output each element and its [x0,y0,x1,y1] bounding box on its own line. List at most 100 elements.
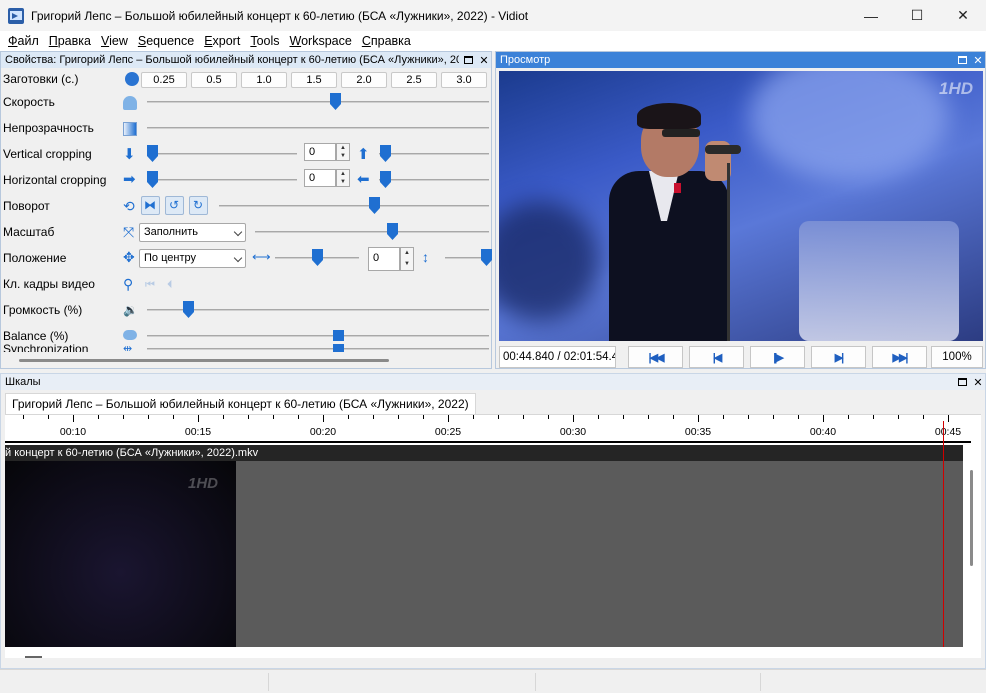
preset-button[interactable]: 0.5 [191,72,237,88]
preset-button[interactable]: 0.25 [141,72,187,88]
scale-row: Масштаб ⤧ Заполнить [1,220,490,246]
rotation-label: Поворот [3,199,50,213]
hcrop2-slider-track[interactable] [379,179,489,181]
flip-button[interactable]: ⧓ [141,196,160,215]
volume-slider-thumb[interactable] [183,301,194,318]
position-spin-buttons[interactable]: ▲ ▼ [400,247,414,271]
menu-item-4[interactable]: Export [199,34,245,48]
playhead-cursor[interactable] [943,421,944,647]
properties-hscroll-thumb[interactable] [19,359,389,362]
opacity-slider-track[interactable] [147,127,489,129]
menu-item-2[interactable]: View [96,34,133,48]
sync-slider-track[interactable] [147,348,489,350]
preview-maximize-icon[interactable] [955,53,969,67]
sync-slider-thumb[interactable] [333,344,344,352]
ruler-label: 00:25 [434,426,462,438]
time-ruler[interactable]: 00:10 00:15 00:20 00:25 00:30 00:35 00:40 00:45 [5,415,971,443]
rotate-right-button[interactable]: ↻ [189,196,208,215]
video-track[interactable]: 1HD [5,461,963,647]
maximize-button[interactable]: ☐ [894,0,940,31]
vcrop-spin-buttons[interactable]: ▲ ▼ [336,143,350,161]
timeline-hscroll-thumb[interactable] [25,656,42,658]
ruler-major-tick [73,415,74,422]
ruler-major-tick [573,415,574,422]
minimize-button[interactable]: — [848,0,894,31]
volume-slider-track[interactable] [147,309,489,311]
status-separator-1 [268,673,269,691]
balance-icon [123,330,137,340]
preset-button[interactable]: 3.0 [441,72,487,88]
balance-slider-thumb[interactable] [333,330,344,341]
scale-mode-select[interactable]: Заполнить [139,223,246,242]
play-button[interactable]: ||▶ [750,346,805,368]
menu-item-5[interactable]: Tools [245,34,284,48]
preset-button[interactable]: 1.0 [241,72,287,88]
menu-rest: ools [256,34,280,48]
speed-slider-thumb[interactable] [330,93,341,110]
rotate-left-button[interactable]: ↺ [165,196,184,215]
arrow-left-icon: ⬅ [357,171,370,188]
scale-slider-thumb[interactable] [387,223,398,240]
ruler-label: 00:15 [184,426,212,438]
timelines-close-icon[interactable]: ✕ [971,375,985,389]
menu-item-7[interactable]: Справка [357,34,416,48]
position-mode-select[interactable]: По центру [139,249,246,268]
preset-button[interactable]: 1.5 [291,72,337,88]
vertical-cropping-label: Vertical cropping [3,147,92,161]
sync-icon: ⇹ [123,343,133,353]
hcrop-slider-thumb[interactable] [147,171,158,188]
rotation-slider-track[interactable] [219,205,489,207]
prev-keyframe-icon[interactable]: ⏴ [167,278,181,292]
preset-button[interactable]: 2.5 [391,72,437,88]
menu-item-6[interactable]: Workspace [285,34,357,48]
rotation-slider-thumb[interactable] [369,197,380,214]
hcrop-value-input[interactable]: 0 [304,169,336,187]
position-value-input[interactable]: 0 [368,247,400,271]
arrow-right-icon: ➡ [123,171,136,188]
ruler-major-tick [198,415,199,422]
vcrop-slider-thumb[interactable] [147,145,158,162]
balance-slider-track[interactable] [147,335,489,337]
ruler-minor-tick [248,415,249,419]
menu-rest: equence [146,34,195,48]
video-preview[interactable]: 1HD [499,71,983,341]
first-keyframe-icon[interactable]: ⏮ [145,278,159,292]
next-frame-button[interactable]: ▶| [811,346,866,368]
ruler-minor-tick [798,415,799,419]
menu-rest: правка [370,34,411,48]
vcrop2-slider-thumb[interactable] [380,145,391,162]
timeline-canvas[interactable]: 00:10 00:15 00:20 00:25 00:30 00:35 00:40 00:45… [5,414,981,658]
menu-item-0[interactable]: Файл [3,34,44,48]
vcrop2-slider-track[interactable] [379,153,489,155]
timeline-vscroll-thumb[interactable] [970,470,973,566]
clip-title-bar[interactable]: й концерт к 60-летию (БСА «Лужники», 202… [5,445,963,461]
clip-thumbnail[interactable]: 1HD [5,461,236,647]
panel-maximize-icon[interactable] [461,53,475,67]
timeline-tab[interactable]: Григорий Лепс – Большой юбилейный концер… [5,393,476,414]
close-button[interactable]: ✕ [940,0,986,31]
ruler-minor-tick [473,415,474,419]
ruler-minor-tick [48,415,49,419]
last-frame-button[interactable]: ▶▶| [872,346,927,368]
zoom-display[interactable]: 100% [931,346,983,368]
panel-close-icon[interactable]: ✕ [477,53,491,67]
hcrop-spin-buttons[interactable]: ▲ ▼ [336,169,350,187]
timelines-maximize-icon[interactable] [955,375,969,389]
speed-slider-track[interactable] [147,101,489,103]
vcrop-value-input[interactable]: 0 [304,143,336,161]
hcrop2-slider-thumb[interactable] [380,171,391,188]
menu-item-3[interactable]: Sequence [133,34,199,48]
first-frame-button[interactable]: |◀◀ [628,346,683,368]
menu-item-1[interactable]: Правка [44,34,96,48]
vcrop-slider-track[interactable] [147,153,297,155]
position-x-slider-thumb[interactable] [312,249,323,266]
hcrop-slider-track[interactable] [147,179,297,181]
position-y-slider-thumb[interactable] [481,249,492,266]
ruler-minor-tick [273,415,274,419]
preset-button[interactable]: 2.0 [341,72,387,88]
preview-close-icon[interactable]: ✕ [971,53,985,67]
ruler-label: 00:45 [934,426,962,438]
position-label: Положение [3,251,67,265]
prev-frame-button[interactable]: |◀ [689,346,744,368]
scale-slider-track[interactable] [255,231,489,233]
